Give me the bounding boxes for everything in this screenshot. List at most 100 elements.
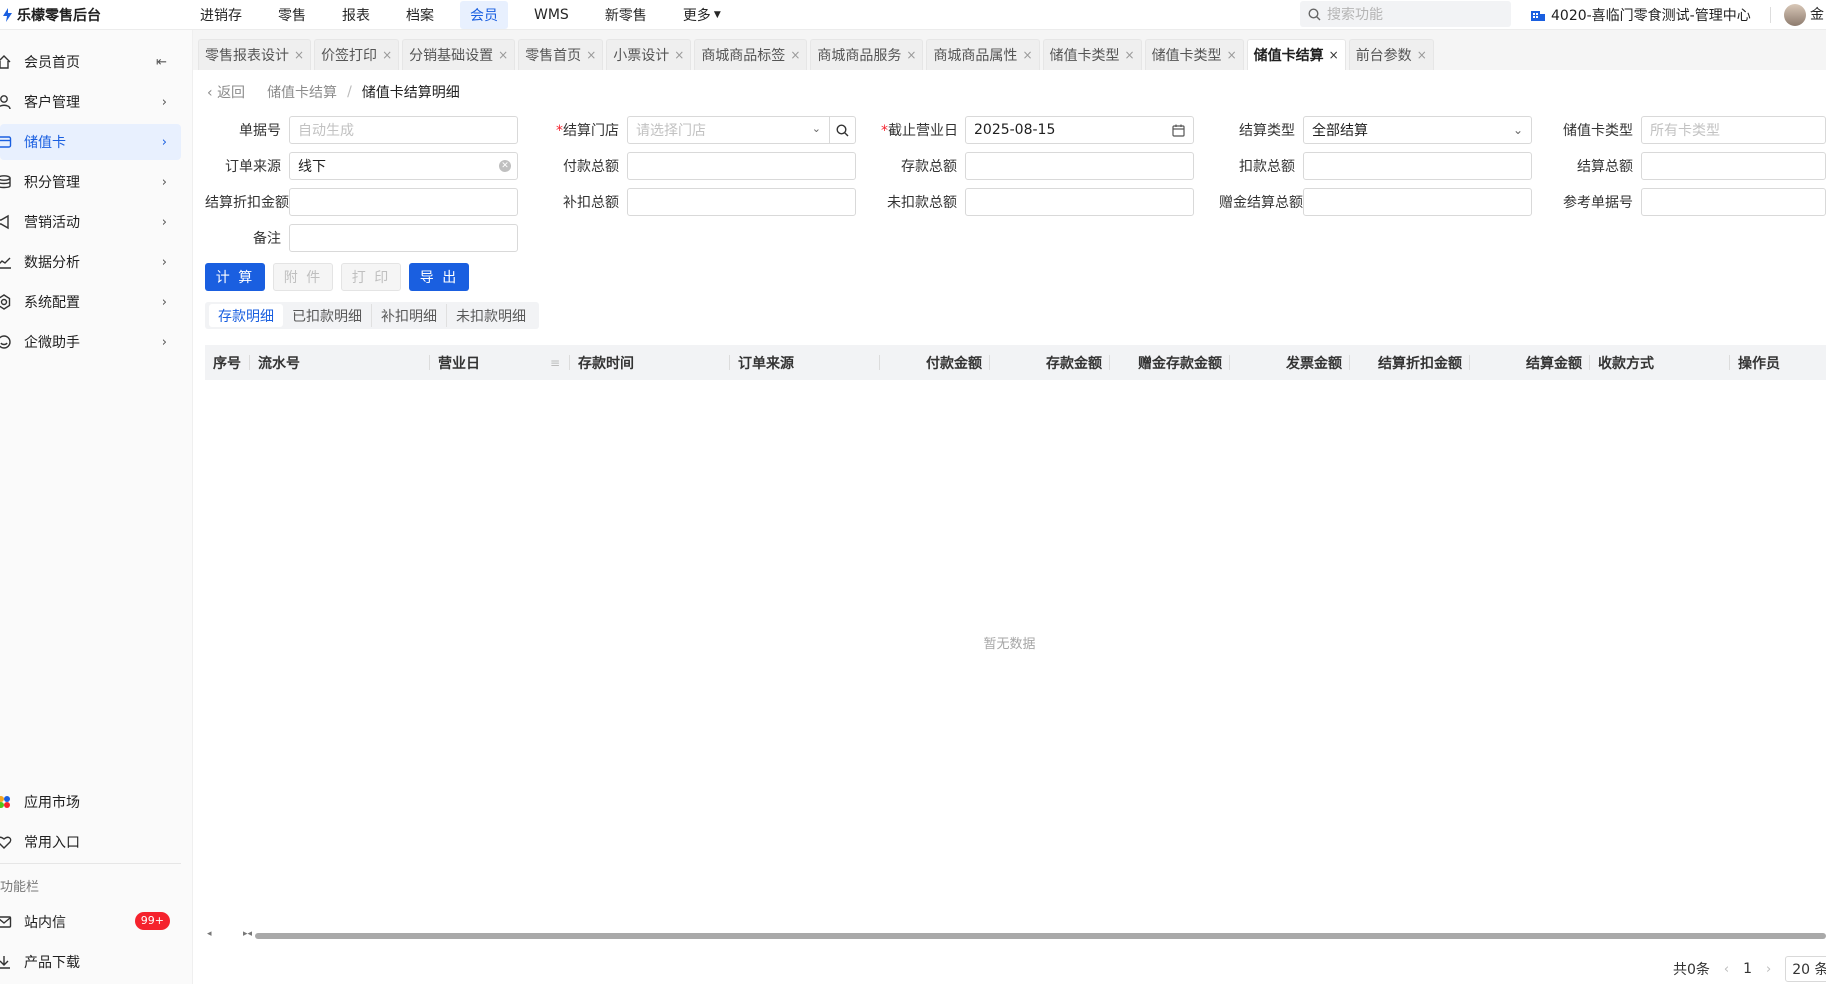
gift-settle-total-input[interactable] — [1303, 188, 1532, 216]
sidebar-item-app-market[interactable]: 应用市场 — [0, 784, 181, 820]
nav-item-reports[interactable]: 报表 — [332, 1, 380, 29]
sidebar-item-wecom-assistant[interactable]: 企微助手 › — [0, 324, 181, 360]
undeducted-total-input[interactable] — [965, 188, 1194, 216]
nav-item-retail[interactable]: 零售 — [268, 1, 316, 29]
close-icon[interactable]: × — [1329, 48, 1339, 62]
column-header-operator[interactable]: 操作员 — [1730, 345, 1806, 380]
store-search-button[interactable] — [829, 117, 855, 143]
column-header-order-source[interactable]: 订单来源 — [730, 345, 880, 380]
close-icon[interactable]: × — [1125, 48, 1135, 62]
next-page-icon[interactable]: › — [1766, 962, 1771, 977]
column-menu-icon[interactable]: ≡ — [550, 356, 560, 370]
tab-card-type-2[interactable]: 储值卡类型 × — [1144, 39, 1244, 70]
close-icon[interactable]: × — [586, 48, 596, 62]
function-search-input[interactable]: 搜索功能 — [1300, 1, 1511, 27]
attachment-button[interactable]: 附 件 — [273, 263, 333, 291]
settle-total-input[interactable] — [1641, 152, 1826, 180]
sidebar-item-marketing[interactable]: 营销活动 › — [0, 204, 181, 240]
nav-item-member[interactable]: 会员 — [460, 0, 508, 29]
user-name[interactable]: 金 — [1810, 0, 1824, 30]
horizontal-scrollbar[interactable]: ◂ ▸◂ — [205, 929, 1826, 941]
close-icon[interactable]: × — [382, 48, 392, 62]
supplement-total-input[interactable] — [627, 188, 856, 216]
doc-no-input[interactable]: 自动生成 — [289, 116, 518, 144]
close-icon[interactable]: × — [674, 48, 684, 62]
settle-discount-input[interactable] — [289, 188, 518, 216]
close-icon[interactable]: × — [1227, 48, 1237, 62]
sidebar-item-favorites[interactable]: 常用入口 — [0, 824, 181, 860]
column-header-invoice-amount[interactable]: 发票金额 — [1230, 345, 1350, 380]
close-icon[interactable]: × — [294, 48, 304, 62]
sidebar-item-customers[interactable]: 客户管理 › — [0, 84, 181, 120]
close-icon[interactable]: × — [498, 48, 508, 62]
subtab-deposit-detail[interactable]: 存款明细 — [209, 304, 283, 327]
ref-doc-no-input[interactable] — [1641, 188, 1826, 216]
sidebar-item-messages[interactable]: 站内信 99+ — [0, 904, 181, 940]
subtab-supplement-detail[interactable]: 补扣明细 — [372, 304, 447, 327]
scroll-left-icon[interactable]: ◂ — [207, 929, 212, 939]
store-switcher[interactable]: 4020-喜临门零食测试-管理中心 — [1530, 0, 1751, 30]
column-header-deposit-time[interactable]: 存款时间 — [570, 345, 730, 380]
card-type-select[interactable]: 所有卡类型 — [1641, 116, 1826, 144]
calculate-button[interactable]: 计 算 — [205, 263, 265, 291]
back-link[interactable]: ‹ 返回 — [207, 82, 245, 102]
export-button[interactable]: 导 出 — [409, 263, 469, 291]
column-header-settle-discount[interactable]: 结算折扣金额 — [1350, 345, 1470, 380]
store-select[interactable]: 请选择门店 ⌄ — [627, 116, 856, 144]
tab-retail-home[interactable]: 零售首页 × — [518, 39, 604, 70]
column-header-deposit-amount[interactable]: 存款金额 — [990, 345, 1110, 380]
column-header-settle-amount[interactable]: 结算金额 — [1470, 345, 1590, 380]
column-header-gift-deposit-amount[interactable]: 赠金存款金额 — [1110, 345, 1230, 380]
sidebar-item-analytics[interactable]: 数据分析 › — [0, 244, 181, 280]
close-icon[interactable]: × — [1022, 48, 1032, 62]
sidebar-item-settings[interactable]: 系统配置 › — [0, 284, 181, 320]
nav-item-inventory[interactable]: 进销存 — [190, 1, 252, 29]
tab-mall-product-tags[interactable]: 商城商品标签 × — [694, 39, 808, 70]
column-header-serial-no[interactable]: 流水号 — [250, 345, 430, 380]
close-icon[interactable]: × — [906, 48, 916, 62]
page-size-select[interactable]: 20 条 — [1785, 956, 1826, 982]
tab-receipt-design[interactable]: 小票设计 × — [606, 39, 692, 70]
remark-input[interactable] — [289, 224, 518, 252]
nav-item-more[interactable]: 更多 ▼ — [673, 1, 731, 29]
tab-card-type-1[interactable]: 储值卡类型 × — [1042, 39, 1142, 70]
sidebar-item-points[interactable]: 积分管理 › — [0, 164, 181, 200]
close-icon[interactable]: × — [1417, 48, 1427, 62]
scrollbar-thumb[interactable] — [255, 933, 1826, 939]
scroll-right-icon[interactable]: ▸◂ — [243, 929, 252, 939]
print-button[interactable]: 打 印 — [341, 263, 401, 291]
sidebar-item-stored-value-card[interactable]: 储值卡 › — [0, 124, 181, 160]
app-logo[interactable]: 乐檬零售后台 — [0, 5, 190, 25]
cutoff-date-picker[interactable]: 2025-08-15 — [965, 116, 1194, 144]
collapse-sidebar-icon[interactable]: ⇤ — [156, 55, 167, 70]
tab-card-settlement[interactable]: 储值卡结算 × — [1246, 39, 1346, 70]
tab-distribution-settings[interactable]: 分销基础设置 × — [402, 39, 516, 70]
current-page[interactable]: 1 — [1743, 961, 1752, 977]
deduct-total-input[interactable] — [1303, 152, 1532, 180]
breadcrumb-parent[interactable]: 储值卡结算 — [267, 82, 337, 102]
subtab-undeducted-detail[interactable]: 未扣款明细 — [447, 304, 535, 327]
sidebar-item-downloads[interactable]: 产品下载 — [0, 944, 181, 980]
tab-retail-report-design[interactable]: 零售报表设计 × — [198, 39, 312, 70]
column-header-payment-method[interactable]: 收款方式 — [1590, 345, 1730, 380]
column-header-pay-amount[interactable]: 付款金额 — [880, 345, 990, 380]
clear-icon[interactable]: ✕ — [499, 160, 511, 172]
subtab-deducted-detail[interactable]: 已扣款明细 — [283, 304, 372, 327]
tab-front-params[interactable]: 前台参数 × — [1348, 39, 1434, 70]
nav-item-wms[interactable]: WMS — [524, 1, 579, 29]
nav-item-new-retail[interactable]: 新零售 — [595, 1, 657, 29]
nav-item-archives[interactable]: 档案 — [396, 1, 444, 29]
settle-type-select[interactable]: 全部结算 ⌄ — [1303, 116, 1532, 144]
column-header-index[interactable]: 序号 — [205, 345, 250, 380]
tab-mall-product-service[interactable]: 商城商品服务 × — [810, 39, 924, 70]
deposit-total-input[interactable] — [965, 152, 1194, 180]
prev-page-icon[interactable]: ‹ — [1724, 962, 1729, 977]
close-icon[interactable]: × — [790, 48, 800, 62]
tab-price-tag-print[interactable]: 价签打印 × — [314, 39, 400, 70]
column-header-business-day[interactable]: 营业日 ≡ — [430, 345, 570, 380]
sidebar-item-member-home[interactable]: 会员首页 ⇤ — [0, 44, 181, 80]
tab-mall-product-attributes[interactable]: 商城商品属性 × — [926, 39, 1040, 70]
order-source-select[interactable]: 线下 ✕ — [289, 152, 518, 180]
pay-total-input[interactable] — [627, 152, 856, 180]
avatar[interactable] — [1784, 4, 1806, 26]
